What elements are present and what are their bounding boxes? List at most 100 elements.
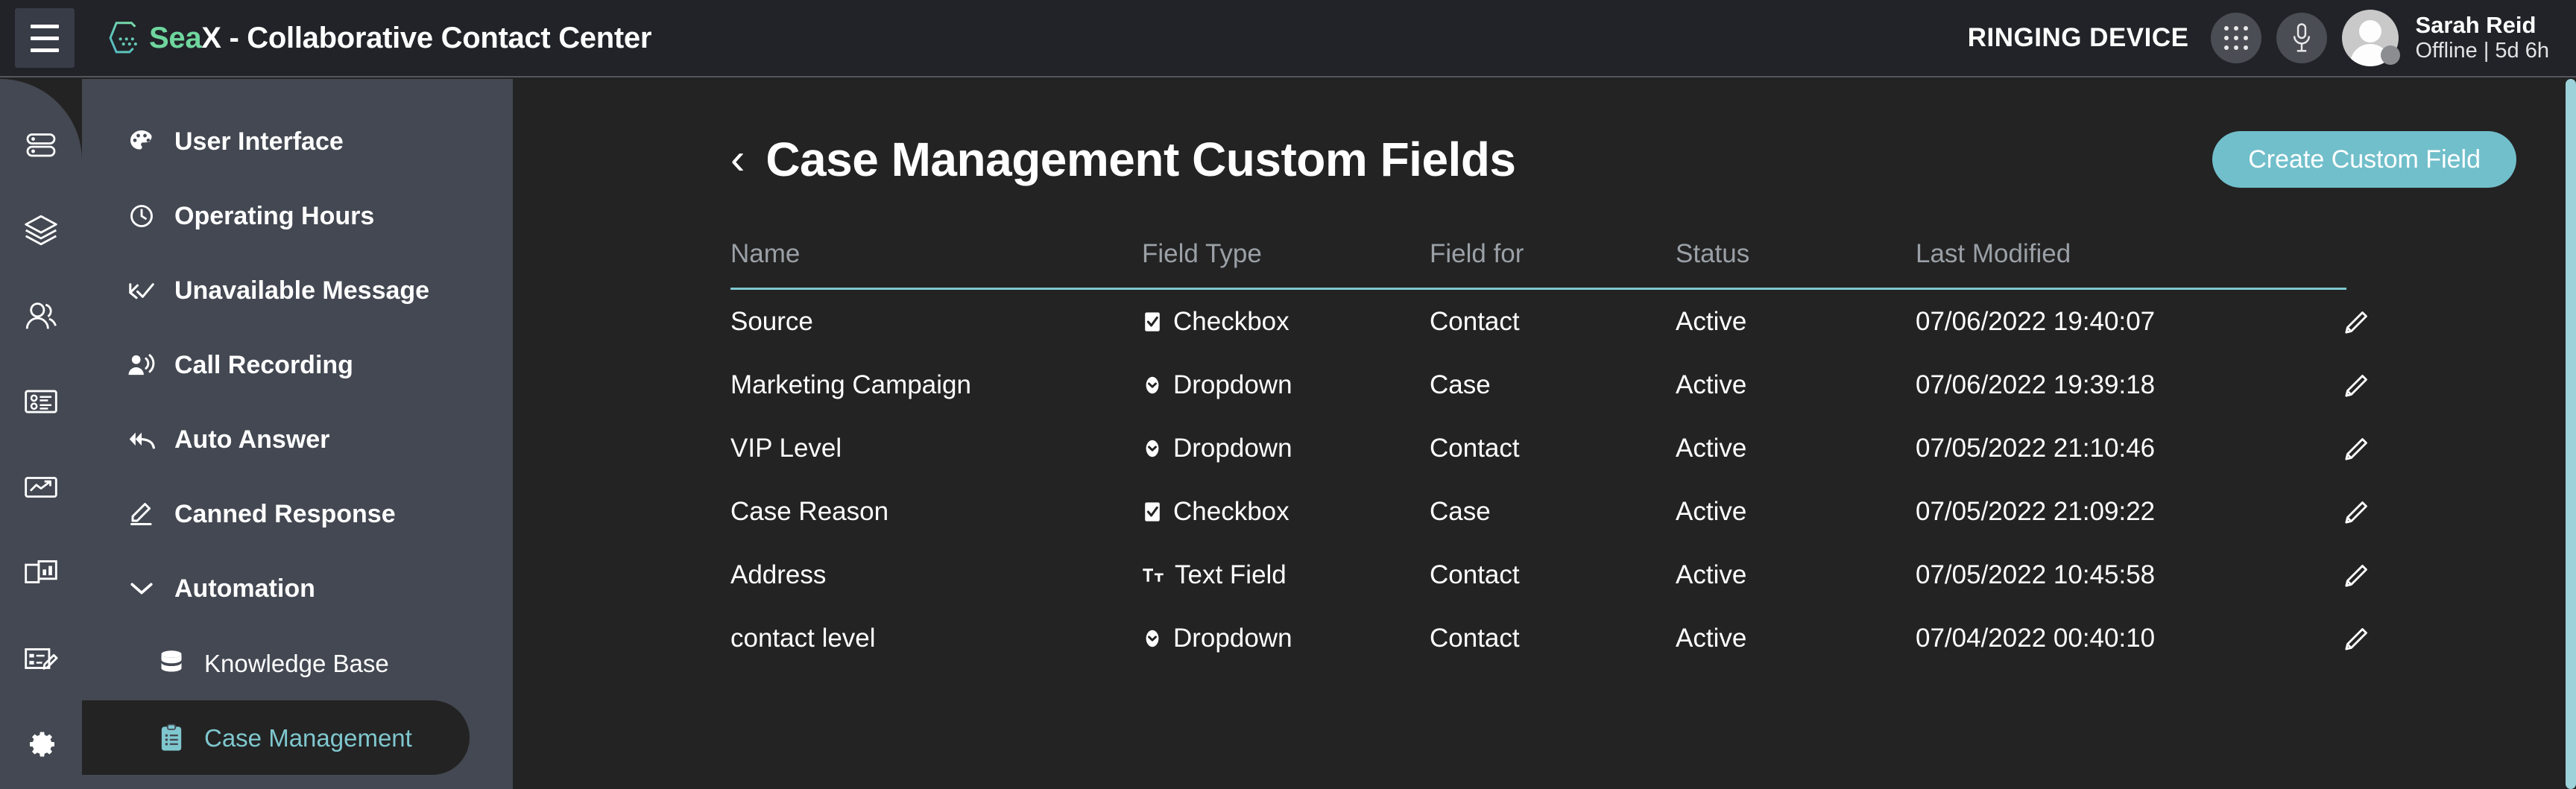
table-header-row: Name Field Type Field for Status Last Mo… <box>730 231 2576 277</box>
cell-last-modified: 07/05/2022 21:09:22 <box>1916 497 2333 527</box>
user-status: Offline | 5d 6h <box>2415 38 2549 64</box>
nav-item-label: Canned Response <box>174 501 396 527</box>
cell-field-type: Checkbox <box>1142 497 1430 527</box>
brand[interactable]: SeaX - Collaborative Contact Center <box>107 18 651 58</box>
cell-field-for: Case <box>1430 497 1676 527</box>
cell-name: Case Reason <box>730 497 1142 527</box>
rail-item-settings[interactable] <box>0 701 82 787</box>
voice-record-icon <box>127 352 157 378</box>
nav-item-canned-response[interactable]: Canned Response <box>82 477 513 551</box>
column-header-field-for: Field for <box>1430 239 1676 269</box>
table-row[interactable]: Address Text Field Contact Active 07/05/… <box>730 543 2576 606</box>
cell-name: VIP Level <box>730 434 1142 463</box>
app-root: SeaX - Collaborative Contact Center RING… <box>0 0 2576 789</box>
nav-item-label: Knowledge Base <box>204 651 389 676</box>
rail-item-layers[interactable] <box>0 187 82 273</box>
chevron-down-icon <box>127 580 157 598</box>
rail-item-reports[interactable] <box>0 530 82 615</box>
back-chevron-icon[interactable]: ‹ <box>730 138 745 181</box>
table-row[interactable]: contact level Dropdown Contact Active 07… <box>730 606 2576 670</box>
cell-status: Active <box>1676 624 1916 653</box>
hamburger-icon-bar <box>31 37 59 40</box>
nav-item-label: Unavailable Message <box>174 278 429 303</box>
table-row[interactable]: Case Reason Checkbox Case Active 07/05/2… <box>730 480 2576 543</box>
top-bar: SeaX - Collaborative Contact Center RING… <box>0 0 2576 77</box>
database-icon <box>157 650 186 676</box>
rail-item-analytics[interactable] <box>0 444 82 530</box>
pencil-icon[interactable] <box>2342 497 2372 527</box>
icon-rail <box>0 79 82 789</box>
pencil-icon[interactable] <box>2342 370 2372 400</box>
pencil-icon[interactable] <box>2342 434 2372 463</box>
scrollbar-thumb[interactable] <box>2566 79 2576 789</box>
user-info[interactable]: Sarah Reid Offline | 5d 6h <box>2415 12 2549 64</box>
cell-field-type-label: Dropdown <box>1173 434 1292 463</box>
vertical-scrollbar[interactable] <box>2566 79 2576 789</box>
table-row[interactable]: Source Checkbox Contact Active 07/06/202… <box>730 290 2576 353</box>
dialpad-grid-icon <box>2224 26 2248 50</box>
checkbox-checked-icon <box>1142 501 1163 522</box>
dropdown-icon <box>1142 628 1163 649</box>
rail-item-servers[interactable] <box>0 101 82 187</box>
message-reply-icon <box>127 279 157 302</box>
avatar[interactable] <box>2342 10 2399 66</box>
nav-item-unavailable-message[interactable]: Unavailable Message <box>82 253 513 328</box>
hamburger-menu-button[interactable] <box>15 8 75 68</box>
rail-item-contacts[interactable] <box>0 358 82 444</box>
seax-hex-logo-icon <box>107 18 148 58</box>
nav-item-user-interface[interactable]: User Interface <box>82 104 513 179</box>
nav-item-auto-answer[interactable]: Auto Answer <box>82 402 513 477</box>
cell-actions <box>2333 307 2576 337</box>
cell-last-modified: 07/06/2022 19:39:18 <box>1916 370 2333 400</box>
cell-field-type: Dropdown <box>1142 370 1430 400</box>
cell-status: Active <box>1676 497 1916 527</box>
brand-title: SeaX - Collaborative Contact Center <box>149 23 651 53</box>
nav-item-label: Case Management <box>204 726 412 750</box>
dialpad-button[interactable] <box>2211 13 2261 63</box>
avatar-head <box>2359 20 2381 42</box>
nav-item-call-recording[interactable]: Call Recording <box>82 328 513 402</box>
gear-icon <box>23 726 59 762</box>
rail-item-forms[interactable] <box>0 615 82 701</box>
column-header-field-type: Field Type <box>1142 239 1430 269</box>
nav-item-label: Auto Answer <box>174 427 329 452</box>
nav-item-label: User Interface <box>174 129 344 154</box>
pencil-icon[interactable] <box>2342 624 2372 653</box>
cell-field-for: Contact <box>1430 434 1676 463</box>
palette-icon <box>127 128 157 155</box>
cell-last-modified: 07/06/2022 19:40:07 <box>1916 307 2333 337</box>
layers-icon <box>22 212 60 249</box>
pencil-icon[interactable] <box>2342 560 2372 590</box>
microphone-button[interactable] <box>2276 13 2327 63</box>
canned-response-icon <box>127 501 157 527</box>
pencil-icon[interactable] <box>2342 307 2372 337</box>
cell-actions <box>2333 434 2576 463</box>
main-content: ‹ Case Management Custom Fields Create C… <box>513 79 2576 789</box>
users-icon <box>22 297 60 335</box>
nav-item-operating-hours[interactable]: Operating Hours <box>82 179 513 253</box>
table-row[interactable]: Marketing Campaign Dropdown Case Active … <box>730 353 2576 416</box>
custom-fields-table: Name Field Type Field for Status Last Mo… <box>513 231 2576 670</box>
nav-item-knowledge-base[interactable]: Knowledge Base <box>82 626 513 700</box>
table-body: Source Checkbox Contact Active 07/06/202… <box>730 290 2576 670</box>
column-header-name: Name <box>730 239 1142 269</box>
cell-status: Active <box>1676 434 1916 463</box>
cell-actions <box>2333 560 2576 590</box>
cell-field-for: Case <box>1430 370 1676 400</box>
cell-field-for: Contact <box>1430 307 1676 337</box>
server-stack-icon <box>23 127 59 162</box>
cell-status: Active <box>1676 560 1916 590</box>
nav-item-case-management[interactable]: Case Management <box>82 700 470 775</box>
hamburger-icon-bar <box>31 48 59 52</box>
cell-last-modified: 07/04/2022 00:40:10 <box>1916 624 2333 653</box>
nav-item-automation[interactable]: Automation <box>82 551 513 626</box>
cell-field-type-label: Text Field <box>1175 560 1287 590</box>
table-row[interactable]: VIP Level Dropdown Contact Active 07/05/… <box>730 416 2576 480</box>
cell-last-modified: 07/05/2022 21:10:46 <box>1916 434 2333 463</box>
rail-item-users[interactable] <box>0 273 82 358</box>
column-header-last-modified: Last Modified <box>1916 239 2333 269</box>
cell-name: Address <box>730 560 1142 590</box>
cell-name: Source <box>730 307 1142 337</box>
create-custom-field-button[interactable]: Create Custom Field <box>2212 131 2516 188</box>
microphone-icon <box>2291 22 2313 54</box>
